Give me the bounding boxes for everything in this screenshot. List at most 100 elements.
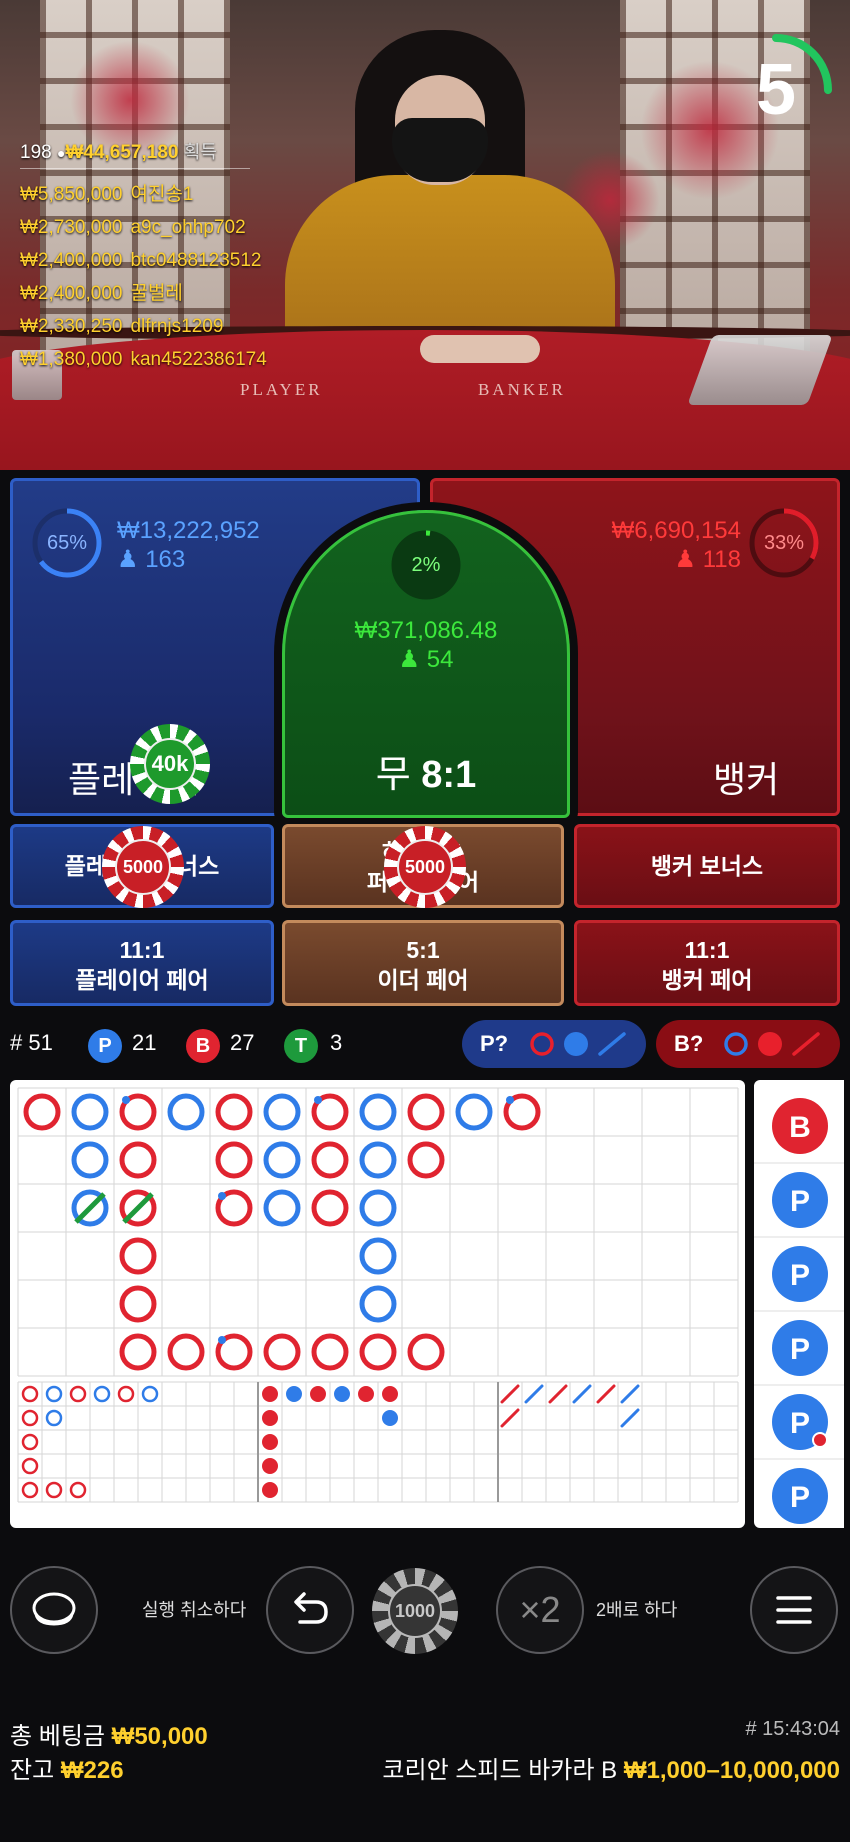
- road-mark: [215, 1093, 253, 1131]
- tie-bet-zone[interactable]: 2% ₩371,086.48 ♟ 54 무 8:1: [282, 510, 570, 818]
- tie-label: 무: [375, 754, 411, 796]
- placed-chip-player-bonus[interactable]: 5000: [102, 826, 184, 908]
- cockroach-mark: [524, 1384, 544, 1404]
- bead-letter: P: [790, 1333, 810, 1366]
- small-road-mark: [286, 1386, 302, 1402]
- banker-bonus-button[interactable]: 뱅커 보너스: [574, 824, 840, 908]
- tie-bet-amount: ₩371,086.48: [354, 617, 498, 644]
- winner-amount: ₩2,730,000: [20, 217, 123, 238]
- winner-amount: ₩1,380,000: [20, 349, 123, 370]
- undo-button[interactable]: [266, 1566, 354, 1654]
- winner-name: btc0488123512: [130, 250, 262, 271]
- winner-row: ₩2,330,250 dlfrnjs1209: [20, 310, 350, 343]
- small-road-mark: [262, 1386, 278, 1402]
- road-mark: [359, 1333, 397, 1371]
- banker-pair-button[interactable]: 11:1 뱅커 페어: [574, 920, 840, 1006]
- road-mark: [71, 1093, 109, 1131]
- big-eye-mark: [69, 1385, 87, 1403]
- total-bet-label: 총 베팅금: [10, 1723, 105, 1750]
- road-mark: [119, 1285, 157, 1323]
- countdown-timer: 5: [716, 30, 836, 150]
- banker-percent: 33%: [763, 532, 805, 554]
- tie-count: 3: [330, 1030, 343, 1055]
- player-ask-button[interactable]: P?: [462, 1020, 646, 1068]
- road-mark: [23, 1093, 61, 1131]
- table-name: 코리안 스피드 바카라 B: [382, 1757, 618, 1784]
- road-mark: [119, 1237, 157, 1275]
- chat-button[interactable]: [10, 1566, 98, 1654]
- tie-odds: 8:1: [421, 754, 477, 796]
- road-mark: [167, 1333, 205, 1371]
- menu-button[interactable]: [750, 1566, 838, 1654]
- bead-letter: P: [790, 1407, 810, 1440]
- small-road-mark: [334, 1386, 350, 1402]
- player-ask-preview-icon: [530, 1032, 626, 1056]
- road-mark: [119, 1333, 157, 1371]
- road-mark: [359, 1237, 397, 1275]
- road-mark: [359, 1141, 397, 1179]
- players-summary: 198 ●₩44,657,180 획득: [20, 138, 350, 164]
- road-mark: [215, 1141, 253, 1179]
- player-pair-button[interactable]: 11:1 플레이어 페어: [10, 920, 274, 1006]
- big-eye-mark: [45, 1481, 63, 1499]
- chat-bubble-icon: [32, 1592, 76, 1626]
- road-mark: [71, 1141, 109, 1179]
- either-pair-odds: 5:1: [406, 937, 440, 963]
- tie-label-group: 무 8:1: [285, 743, 567, 798]
- cockroach-mark: [620, 1408, 640, 1428]
- banker-ask-button[interactable]: B?: [656, 1020, 840, 1068]
- chip-selector[interactable]: 1000: [372, 1568, 458, 1654]
- winner-amount: ₩2,330,250: [20, 316, 123, 337]
- cockroach-mark: [572, 1384, 592, 1404]
- player-percent-ring: 65%: [31, 507, 103, 579]
- winner-name: a9c_ohhp702: [130, 217, 246, 238]
- big-eye-mark: [141, 1385, 159, 1403]
- person-icon: ♟: [117, 546, 139, 573]
- banker-percent-ring: 33%: [748, 507, 820, 579]
- bead-letter: B: [789, 1111, 811, 1144]
- winner-name: kan4522386174: [130, 349, 267, 370]
- pair-dot: [506, 1096, 514, 1104]
- bead-letter: P: [790, 1185, 810, 1218]
- cockroach-mark: [620, 1384, 640, 1404]
- big-eye-mark: [21, 1433, 39, 1451]
- winner-row: ₩5,850,000 여진송1: [20, 178, 350, 211]
- cockroach-mark: [500, 1384, 520, 1404]
- placed-chip-player[interactable]: 40k: [130, 724, 210, 804]
- double-button[interactable]: ×2: [496, 1566, 584, 1654]
- big-eye-mark: [21, 1457, 39, 1475]
- road-mark: [407, 1093, 445, 1131]
- road-mark: [167, 1093, 205, 1131]
- banker-bettors-count: 118: [702, 546, 741, 573]
- road-mark: [263, 1141, 301, 1179]
- winner-row: ₩2,400,000 btc0488123512: [20, 244, 350, 277]
- player-win-badge: P: [88, 1029, 122, 1063]
- either-pair-button[interactable]: 5:1 이더 페어: [282, 920, 564, 1006]
- bead-road[interactable]: B P P P P P: [754, 1080, 844, 1528]
- table-info[interactable]: 코리안 스피드 바카라 B ₩1,000–10,000,000: [382, 1750, 840, 1785]
- winner-amount: ₩2,400,000: [20, 250, 123, 271]
- road-mark: [311, 1141, 349, 1179]
- big-eye-mark: [45, 1409, 63, 1427]
- big-eye-mark: [21, 1385, 39, 1403]
- placed-chip-tie-bonus[interactable]: 5000: [384, 826, 466, 908]
- felt-banker-text: BANKER: [478, 380, 566, 399]
- banker-pair-label: 뱅커 페어: [661, 967, 753, 993]
- pair-dot: [218, 1192, 226, 1200]
- chip-value: 40k: [144, 738, 196, 790]
- balance-label: 잔고: [10, 1757, 55, 1784]
- winner-amount: ₩2,400,000: [20, 283, 123, 304]
- game-id: # 15:43:04: [745, 1718, 840, 1740]
- road-mark: [119, 1141, 157, 1179]
- banker-label: 뱅커: [713, 759, 780, 800]
- player-win-count: 21: [132, 1030, 157, 1055]
- cockroach-mark: [548, 1384, 568, 1404]
- tie-badge: T: [284, 1029, 318, 1063]
- big-eye-mark: [21, 1409, 39, 1427]
- road-mark: [263, 1189, 301, 1227]
- scoreboard-roadmap[interactable]: [10, 1080, 745, 1528]
- player-bet-amount: ₩13,222,952: [117, 517, 260, 544]
- pair-dot: [218, 1336, 226, 1344]
- big-eye-mark: [117, 1385, 135, 1403]
- road-mark: [455, 1093, 493, 1131]
